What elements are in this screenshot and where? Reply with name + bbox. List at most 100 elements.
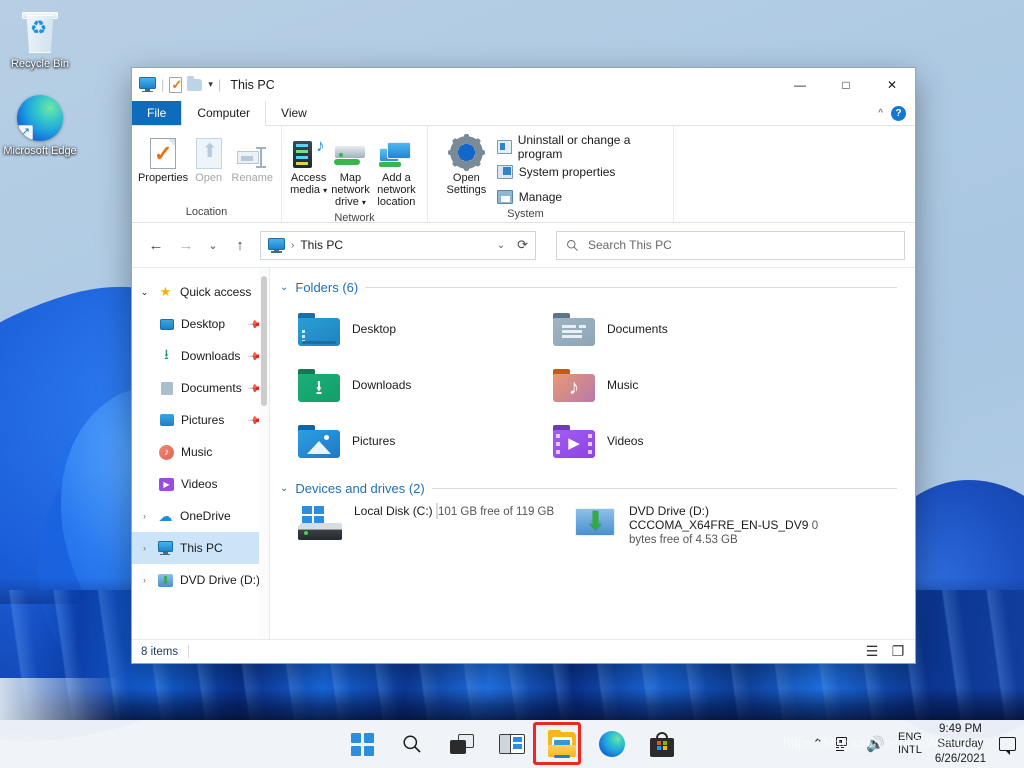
ribbon[interactable]: Properties Open Rename Location	[132, 126, 915, 224]
sidebar-item-downloads[interactable]: ⭳ Downloads 📌	[132, 340, 269, 372]
forward-button[interactable]: →	[172, 231, 200, 259]
large-icons-view-icon[interactable]: ❐	[890, 643, 906, 660]
ribbon-button-label: Open	[195, 172, 223, 184]
tab-view[interactable]: View	[266, 101, 322, 125]
group-header-folders[interactable]: ⌄ Folders (6)	[280, 280, 915, 295]
ribbon-button-properties[interactable]: Properties	[138, 132, 188, 187]
window-controls[interactable]: — □ ✕	[777, 68, 915, 101]
minimize-button[interactable]: —	[777, 68, 823, 101]
sidebar-item-desktop[interactable]: Desktop 📌	[132, 308, 269, 340]
list-item[interactable]: Videos	[535, 413, 790, 469]
clock[interactable]: 9:49 PM Saturday 6/26/2021	[935, 722, 986, 767]
widgets-button[interactable]	[495, 727, 529, 761]
breadcrumb-this-pc[interactable]: This PC	[300, 238, 343, 252]
chevron-down-icon[interactable]: ▾	[362, 198, 366, 207]
start-button[interactable]	[345, 727, 379, 761]
chevron-right-icon[interactable]: ›	[138, 575, 151, 585]
collapse-ribbon-icon[interactable]: ^	[878, 108, 883, 119]
file-list-view[interactable]: ⌄ Folders (6) Desktop Documents ⭳ Downlo…	[270, 268, 915, 639]
properties-icon[interactable]	[169, 76, 183, 93]
sidebar-item-dvd-drive[interactable]: › ⬇ DVD Drive (D:) CC	[132, 564, 269, 596]
details-view-icon[interactable]: ☰	[864, 643, 880, 660]
item-label: Local Disk (C:)	[354, 504, 433, 518]
ribbon-tab-bar[interactable]: File Computer View ^ ?	[132, 101, 915, 126]
this-pc-monitor-icon[interactable]	[139, 77, 156, 93]
sidebar-item-videos[interactable]: ▶ Videos	[132, 468, 269, 500]
close-button[interactable]: ✕	[869, 68, 915, 101]
address-bar[interactable]: › This PC ⌄ ⟳	[260, 230, 536, 260]
ribbon-button-rename[interactable]: Rename	[229, 132, 275, 187]
ribbon-button-access-media[interactable]: ♪ Access media ▾	[288, 132, 329, 200]
ribbon-button-label: Add a network location	[377, 172, 416, 208]
ribbon-button-map-network-drive[interactable]: Map network drive ▾	[329, 132, 372, 212]
notification-chat-icon[interactable]	[999, 737, 1016, 755]
chevron-down-icon[interactable]: ▾	[323, 186, 327, 195]
taskbar-buttons	[345, 727, 679, 761]
list-item[interactable]: Local Disk (C:) 101 GB free of 119 GB	[280, 502, 555, 546]
status-divider	[188, 645, 190, 658]
navigation-bar[interactable]: ← → ⌄ ↑ › This PC ⌄ ⟳ Search This PC	[132, 223, 915, 267]
task-view-button[interactable]	[445, 727, 479, 761]
desktop-icon-recycle-bin[interactable]: ♻ Recycle Bin	[1, 10, 79, 71]
sidebar-item-pictures[interactable]: Pictures 📌	[132, 404, 269, 436]
edge-button[interactable]	[595, 727, 629, 761]
sidebar-item-quick-access[interactable]: ⌄ ★ Quick access	[132, 276, 269, 308]
sidebar-item-music[interactable]: ♪ Music	[132, 436, 269, 468]
new-folder-icon[interactable]	[187, 76, 203, 91]
search-box[interactable]: Search This PC	[556, 230, 905, 260]
ribbon-item-system-properties[interactable]: System properties	[496, 161, 667, 183]
map-network-drive-icon	[333, 143, 367, 169]
system-tray[interactable]: ⌃ 🔊 ENG INTL 9:49 PM Saturday 6/26/2021	[812, 720, 1016, 768]
network-icon[interactable]	[836, 737, 853, 751]
chevron-right-icon[interactable]: ›	[138, 511, 151, 521]
taskbar[interactable]: ⌃ 🔊 ENG INTL 9:49 PM Saturday 6/26/2021 …	[0, 720, 1024, 768]
title-bar[interactable]: | ▾ | This PC — □ ✕	[132, 68, 915, 101]
quick-access-toolbar[interactable]: | ▾ |	[139, 76, 221, 93]
list-item[interactable]: Music	[535, 357, 790, 413]
tray-overflow-icon[interactable]: ⌃	[812, 736, 823, 752]
tab-computer[interactable]: Computer	[181, 101, 267, 126]
desktop: ♻ Recycle Bin ↗ Microsoft Edge | ▾ | Thi…	[0, 0, 1024, 768]
desktop-icon-label: Microsoft Edge	[3, 145, 77, 157]
navigation-pane-scrollbar[interactable]	[259, 268, 269, 639]
volume-icon[interactable]: 🔊	[866, 735, 885, 753]
scrollbar-thumb[interactable]	[261, 276, 267, 406]
chevron-down-icon[interactable]: ⌄	[138, 287, 151, 298]
chevron-down-icon[interactable]: ⌄	[280, 483, 288, 494]
refresh-icon[interactable]: ⟳	[517, 237, 528, 253]
address-dropdown-icon[interactable]: ⌄	[497, 240, 505, 251]
tab-file[interactable]: File	[132, 101, 182, 125]
sidebar-item-this-pc[interactable]: › This PC	[132, 532, 269, 564]
sidebar-item-documents[interactable]: Documents 📌	[132, 372, 269, 404]
ribbon-button-open[interactable]: Open	[188, 132, 229, 187]
list-item[interactable]: Downloads	[280, 357, 535, 413]
file-explorer-button[interactable]	[545, 727, 579, 761]
search-button[interactable]	[395, 727, 429, 761]
group-header-devices-and-drives[interactable]: ⌄ Devices and drives (2)	[280, 481, 915, 496]
ribbon-item-manage[interactable]: Manage	[496, 186, 667, 208]
up-button[interactable]: ↑	[226, 231, 254, 259]
recent-locations-button[interactable]: ⌄	[202, 231, 224, 259]
desktop-icon-microsoft-edge[interactable]: ↗ Microsoft Edge	[1, 95, 79, 158]
this-pc-monitor-icon	[157, 540, 174, 556]
ribbon-button-add-network-location[interactable]: Add a network location	[372, 132, 421, 211]
language-indicator[interactable]: ENG INTL	[898, 731, 922, 757]
maximize-button[interactable]: □	[823, 68, 869, 101]
store-button[interactable]	[645, 727, 679, 761]
ribbon-button-open-settings[interactable]: Open Settings	[442, 132, 491, 199]
list-item[interactable]: Pictures	[280, 413, 535, 469]
list-item[interactable]: ⬇ DVD Drive (D:) CCCOMA_X64FRE_EN-US_DV9…	[555, 502, 830, 546]
navigation-pane[interactable]: ⌄ ★ Quick access Desktop 📌 ⭳ Downloads 📌	[132, 268, 270, 639]
file-explorer-window[interactable]: | ▾ | This PC — □ ✕ File Computer View ^…	[131, 67, 916, 664]
back-button[interactable]: ←	[142, 231, 170, 259]
list-item[interactable]: Desktop	[280, 301, 535, 357]
folder-documents-icon	[553, 312, 595, 346]
help-icon[interactable]: ?	[891, 105, 906, 121]
item-sublabel: CCCOMA_X64FRE_EN-US_DV9	[629, 518, 809, 532]
list-item[interactable]: Documents	[535, 301, 790, 357]
chevron-down-icon[interactable]: ⌄	[280, 282, 288, 293]
chevron-right-icon[interactable]: ›	[138, 543, 151, 553]
customize-caret-icon[interactable]: ▾	[208, 79, 213, 90]
ribbon-item-uninstall-program[interactable]: Uninstall or change a program	[496, 133, 667, 161]
sidebar-item-onedrive[interactable]: › ☁ OneDrive	[132, 500, 269, 532]
